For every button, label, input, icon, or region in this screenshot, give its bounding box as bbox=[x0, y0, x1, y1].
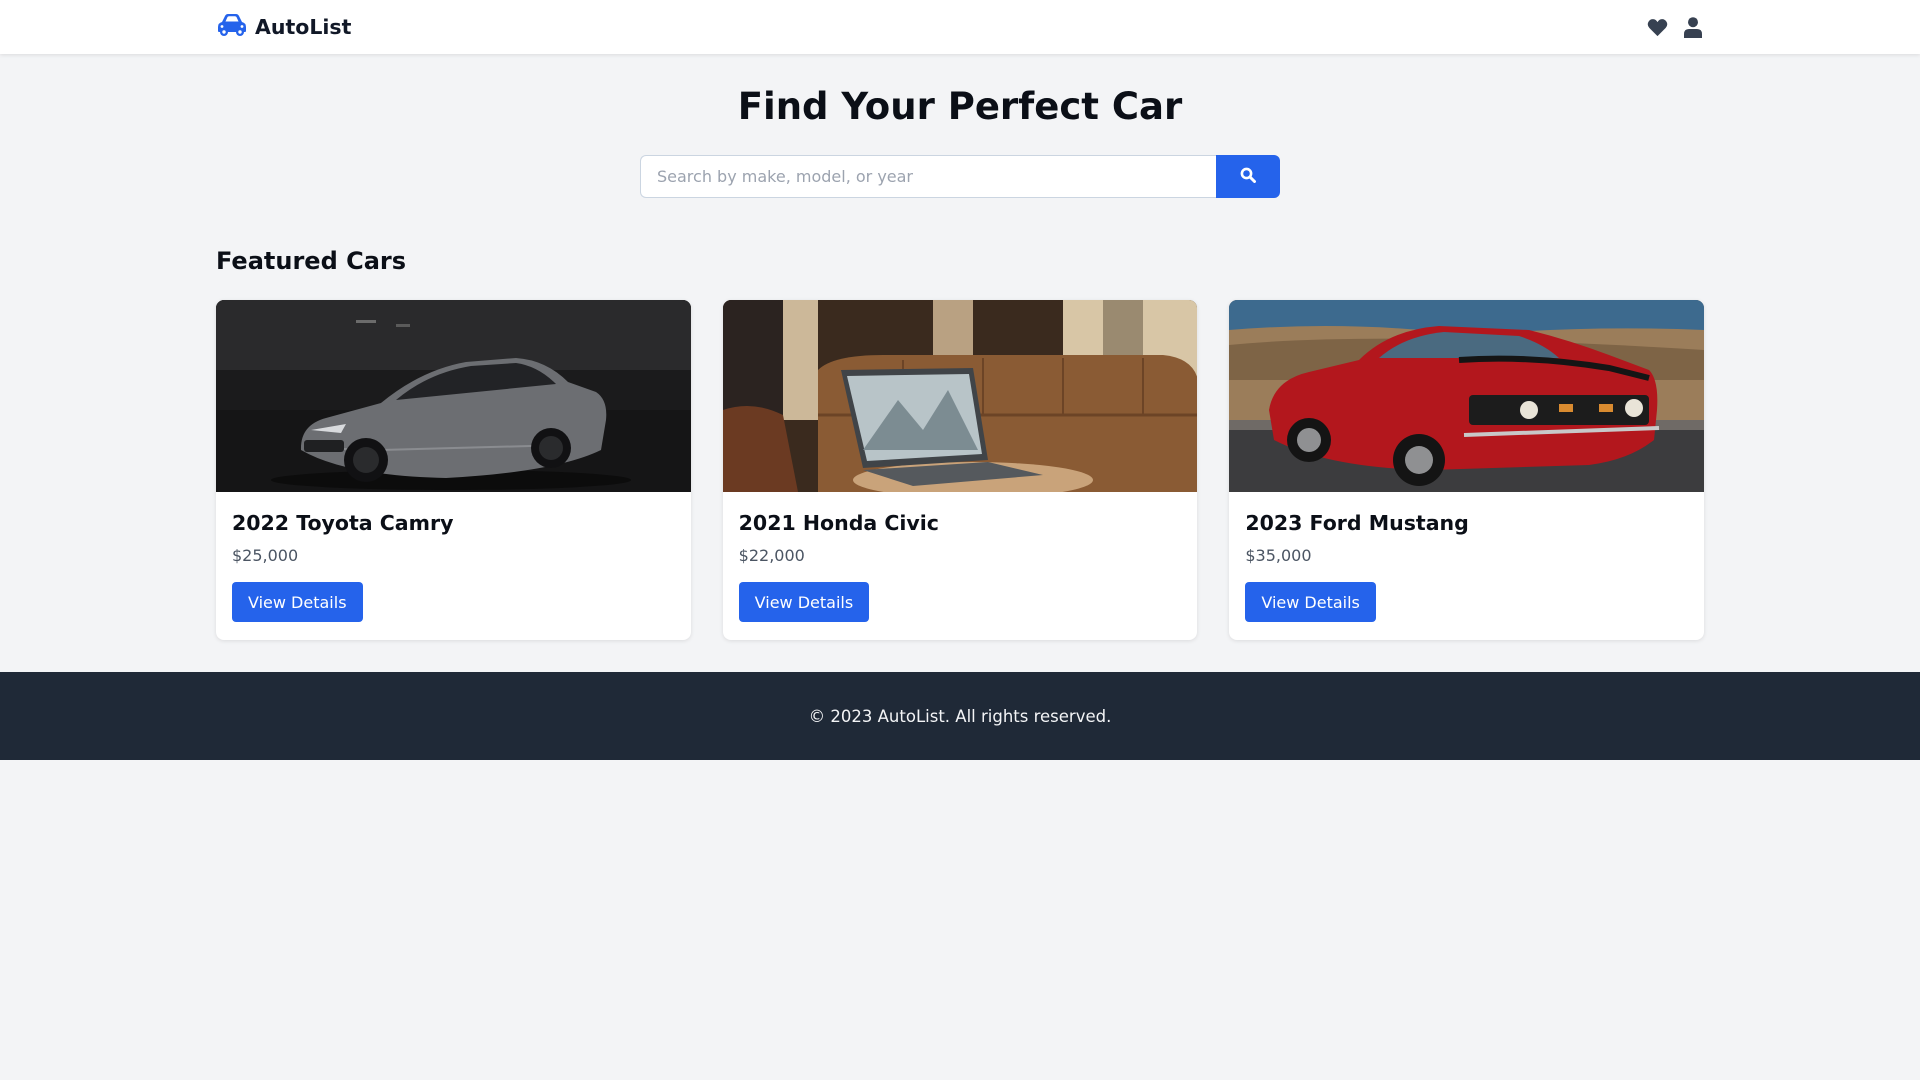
brand-logo[interactable]: AutoList bbox=[216, 13, 351, 41]
view-details-button[interactable]: View Details bbox=[738, 582, 870, 622]
view-details-button[interactable]: View Details bbox=[232, 582, 363, 622]
car-card: 2021 Honda Civic $22,000 View Details bbox=[722, 300, 1198, 640]
header-actions bbox=[1646, 16, 1704, 38]
card-body: 2022 Toyota Camry $25,000 View Details bbox=[216, 492, 691, 638]
hero-section: Find Your Perfect Car bbox=[0, 54, 1920, 198]
navbar-inner: AutoList bbox=[216, 0, 1704, 54]
car-image bbox=[722, 300, 1198, 492]
car-title: 2022 Toyota Camry bbox=[232, 511, 454, 535]
car-icon bbox=[216, 13, 248, 41]
car-card: 2022 Toyota Camry $25,000 View Details bbox=[216, 300, 691, 640]
card-body: 2021 Honda Civic $22,000 View Details bbox=[723, 492, 1198, 638]
car-price: $35,000 bbox=[1245, 546, 1312, 565]
search-bar bbox=[0, 155, 1920, 198]
heart-icon[interactable] bbox=[1646, 16, 1668, 38]
car-card-grid: 2022 Toyota Camry $25,000 View Details 2… bbox=[216, 300, 1705, 640]
car-card: 2023 Ford Mustang $35,000 View Details bbox=[1229, 300, 1705, 640]
car-price: $22,000 bbox=[738, 546, 805, 565]
car-title: 2021 Honda Civic bbox=[738, 511, 939, 535]
view-details-button[interactable]: View Details bbox=[1245, 582, 1376, 622]
page-title: Find Your Perfect Car bbox=[737, 85, 1183, 128]
search-button[interactable] bbox=[1216, 155, 1280, 198]
car-image bbox=[1229, 300, 1705, 492]
search-icon bbox=[1240, 167, 1256, 186]
section-title: Featured Cars bbox=[216, 247, 407, 275]
brand-name: AutoList bbox=[255, 15, 352, 39]
card-body: 2023 Ford Mustang $35,000 View Details bbox=[1229, 492, 1704, 638]
copyright-text: © 2023 AutoList. All rights reserved. bbox=[808, 706, 1112, 726]
page-footer: © 2023 AutoList. All rights reserved. bbox=[0, 672, 1920, 760]
featured-cars-section: Featured Cars 2022 Toyota Camry $25,000 … bbox=[216, 246, 1705, 640]
user-icon[interactable] bbox=[1682, 16, 1704, 38]
car-title: 2023 Ford Mustang bbox=[1245, 511, 1469, 535]
car-price: $25,000 bbox=[232, 546, 299, 565]
top-navbar: AutoList bbox=[0, 0, 1920, 54]
search-input[interactable] bbox=[640, 155, 1216, 198]
car-image bbox=[216, 300, 691, 492]
